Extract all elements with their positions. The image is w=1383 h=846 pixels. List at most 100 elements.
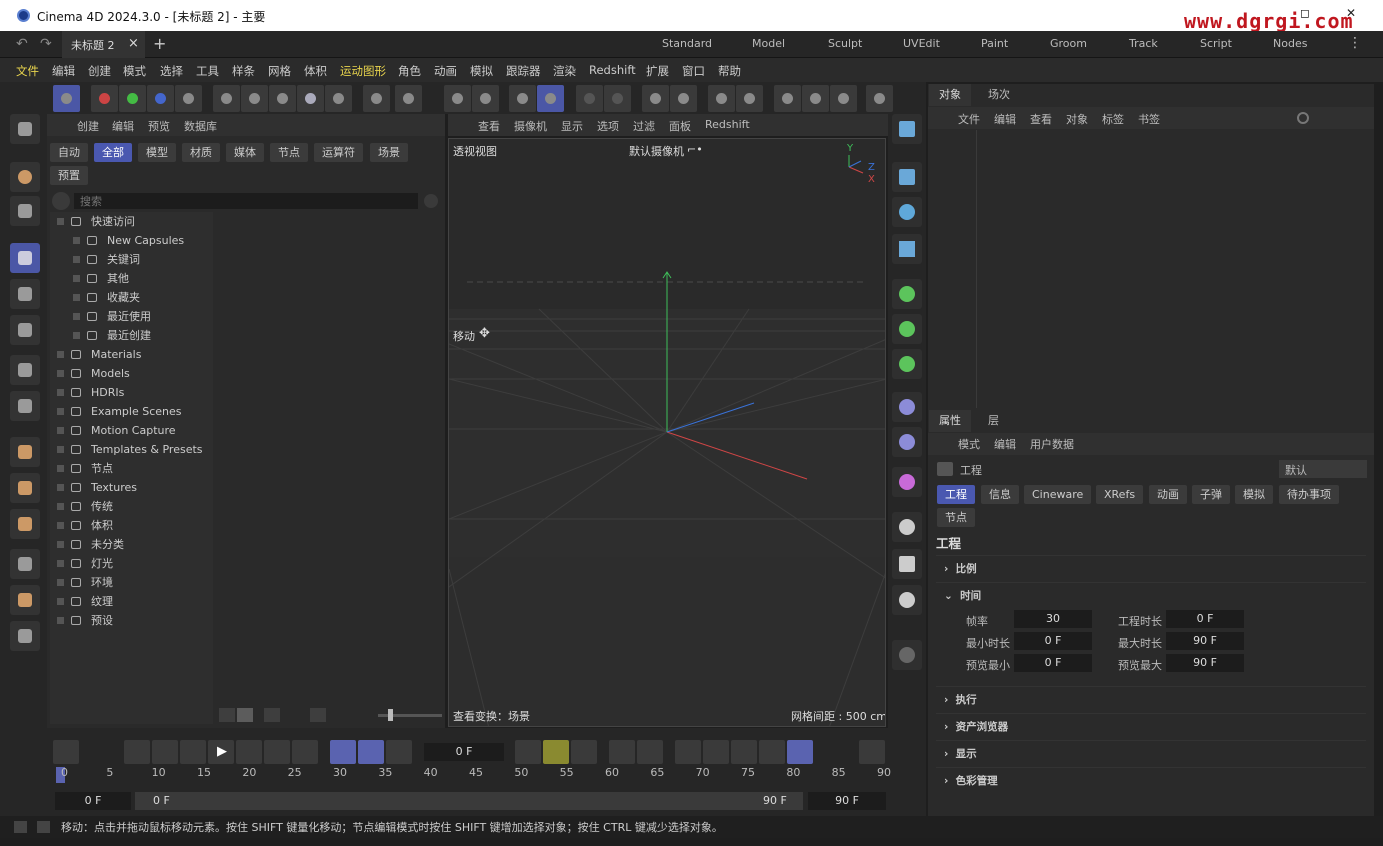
- volume-icon[interactable]: [892, 427, 922, 457]
- attr-tab-info[interactable]: 信息: [981, 485, 1019, 504]
- render-queue-button[interactable]: [325, 85, 352, 112]
- interactive-render-button[interactable]: [297, 85, 324, 112]
- search-options-icon[interactable]: [424, 194, 438, 208]
- expand-toggle-icon[interactable]: [57, 446, 64, 453]
- playback-mode-button[interactable]: [358, 740, 384, 764]
- expand-toggle-icon[interactable]: [57, 465, 64, 472]
- current-frame-field[interactable]: 0 F: [424, 743, 504, 761]
- tree-item[interactable]: 快速访问: [50, 212, 213, 231]
- menu-window[interactable]: 窗口: [682, 63, 705, 79]
- camera-label[interactable]: 默认摄像机: [629, 143, 684, 159]
- asset-menu-preview[interactable]: 预览: [148, 118, 170, 134]
- max-time-field[interactable]: 90 F: [1166, 632, 1244, 650]
- attr-tab-animation[interactable]: 动画: [1149, 485, 1187, 504]
- coordinate-system-button[interactable]: [175, 85, 202, 112]
- tree-item[interactable]: Textures: [50, 478, 213, 497]
- menu-volume[interactable]: 体积: [304, 63, 327, 79]
- tree-item[interactable]: Example Scenes: [50, 402, 213, 421]
- menu-edit[interactable]: 编辑: [52, 63, 75, 79]
- brush-tool-icon[interactable]: [10, 549, 40, 579]
- key-mode-button[interactable]: [787, 740, 813, 764]
- tree-item[interactable]: 未分类: [50, 535, 213, 554]
- undo-icon[interactable]: ↶: [16, 36, 28, 52]
- menu-simulate[interactable]: 模拟: [470, 63, 493, 79]
- text-spline-icon[interactable]: [892, 234, 922, 264]
- goto-end-button[interactable]: [292, 740, 318, 764]
- layout-groom[interactable]: Groom: [1050, 37, 1087, 50]
- magnet-tool-icon[interactable]: [10, 621, 40, 651]
- tree-item[interactable]: 传统: [50, 497, 213, 516]
- expand-toggle-icon[interactable]: [73, 237, 80, 244]
- expand-toggle-icon[interactable]: [57, 560, 64, 567]
- mograph-effector-icon[interactable]: [892, 467, 922, 497]
- expand-toggle-icon[interactable]: [57, 598, 64, 605]
- layout-uvedit[interactable]: UVEdit: [903, 37, 940, 50]
- render-view-button[interactable]: [213, 85, 240, 112]
- viewport-menu-view[interactable]: 查看: [478, 118, 500, 134]
- tab-attributes[interactable]: 属性: [929, 410, 971, 432]
- loop-button[interactable]: [330, 740, 356, 764]
- filter-nodes[interactable]: 节点: [270, 143, 308, 162]
- filter-presets[interactable]: 预置: [50, 166, 88, 185]
- asset-search-input[interactable]: [74, 193, 418, 209]
- sphere-icon[interactable]: [892, 197, 922, 227]
- layout-nodes[interactable]: Nodes: [1273, 37, 1307, 50]
- expand-toggle-icon[interactable]: [57, 427, 64, 434]
- range-end-field[interactable]: 90 F: [808, 792, 886, 810]
- object-menu-object[interactable]: 对象: [1066, 111, 1088, 127]
- camera-object-icon[interactable]: [892, 549, 922, 579]
- autokey-button[interactable]: [543, 740, 569, 764]
- close-button[interactable]: ✕: [1346, 6, 1356, 20]
- tree-item[interactable]: Motion Capture: [50, 421, 213, 440]
- min-time-field[interactable]: 0 F: [1014, 632, 1092, 650]
- expand-toggle-icon[interactable]: [73, 313, 80, 320]
- tree-item[interactable]: 关键词: [50, 250, 213, 269]
- axis-mode-button[interactable]: [642, 85, 669, 112]
- soft-selection-button[interactable]: [444, 85, 471, 112]
- paint-tool-icon[interactable]: [10, 585, 40, 615]
- menu-help[interactable]: 帮助: [718, 63, 741, 79]
- cloner-icon[interactable]: [892, 314, 922, 344]
- polygon-pen-icon[interactable]: [10, 437, 40, 467]
- object-menu-bookmarks[interactable]: 书签: [1138, 111, 1160, 127]
- expand-toggle-icon[interactable]: [57, 389, 64, 396]
- section-time[interactable]: ⌄ 时间: [936, 582, 1366, 608]
- range-start-field[interactable]: 0 F: [55, 792, 131, 810]
- extrude-tool-icon[interactable]: [10, 473, 40, 503]
- model-mode-button[interactable]: [53, 85, 80, 112]
- viewport-layout-1-button[interactable]: [774, 85, 801, 112]
- generator-icon[interactable]: [892, 279, 922, 309]
- points-mode-button[interactable]: [509, 85, 536, 112]
- sound-button[interactable]: [386, 740, 412, 764]
- deformer-icon[interactable]: [892, 349, 922, 379]
- tree-item[interactable]: HDRIs: [50, 383, 213, 402]
- tweak-mode-button[interactable]: [670, 85, 697, 112]
- key-param-button[interactable]: [703, 740, 729, 764]
- expand-toggle-icon[interactable]: [57, 218, 64, 225]
- menu-extensions[interactable]: 扩展: [646, 63, 669, 79]
- layout-track[interactable]: Track: [1129, 37, 1158, 50]
- expand-toggle-icon[interactable]: [73, 256, 80, 263]
- expand-toggle-icon[interactable]: [57, 484, 64, 491]
- section-scale[interactable]: › 比例: [936, 555, 1366, 581]
- key-position-button[interactable]: [609, 740, 635, 764]
- object-menu-view[interactable]: 查看: [1030, 111, 1052, 127]
- solo-button[interactable]: [708, 85, 735, 112]
- tab-takes[interactable]: 场次: [978, 84, 1020, 106]
- tree-item[interactable]: Models: [50, 364, 213, 383]
- scale-tool-icon[interactable]: [10, 315, 40, 345]
- camera-icon[interactable]: ⌐•: [687, 143, 703, 156]
- menu-animate[interactable]: 动画: [434, 63, 457, 79]
- expand-toggle-icon[interactable]: [57, 503, 64, 510]
- lock-z-button[interactable]: [147, 85, 174, 112]
- menu-render[interactable]: 渲染: [553, 63, 576, 79]
- slider-handle[interactable]: [388, 709, 393, 721]
- tree-item[interactable]: 最近使用: [50, 307, 213, 326]
- layout-paint[interactable]: Paint: [981, 37, 1008, 50]
- solo-off-button[interactable]: [736, 85, 763, 112]
- cube-icon[interactable]: [892, 162, 922, 192]
- filter-models[interactable]: 模型: [138, 143, 176, 162]
- prev-frame-button[interactable]: [180, 740, 206, 764]
- expand-toggle-icon[interactable]: [73, 275, 80, 282]
- filter-media[interactable]: 媒体: [226, 143, 264, 162]
